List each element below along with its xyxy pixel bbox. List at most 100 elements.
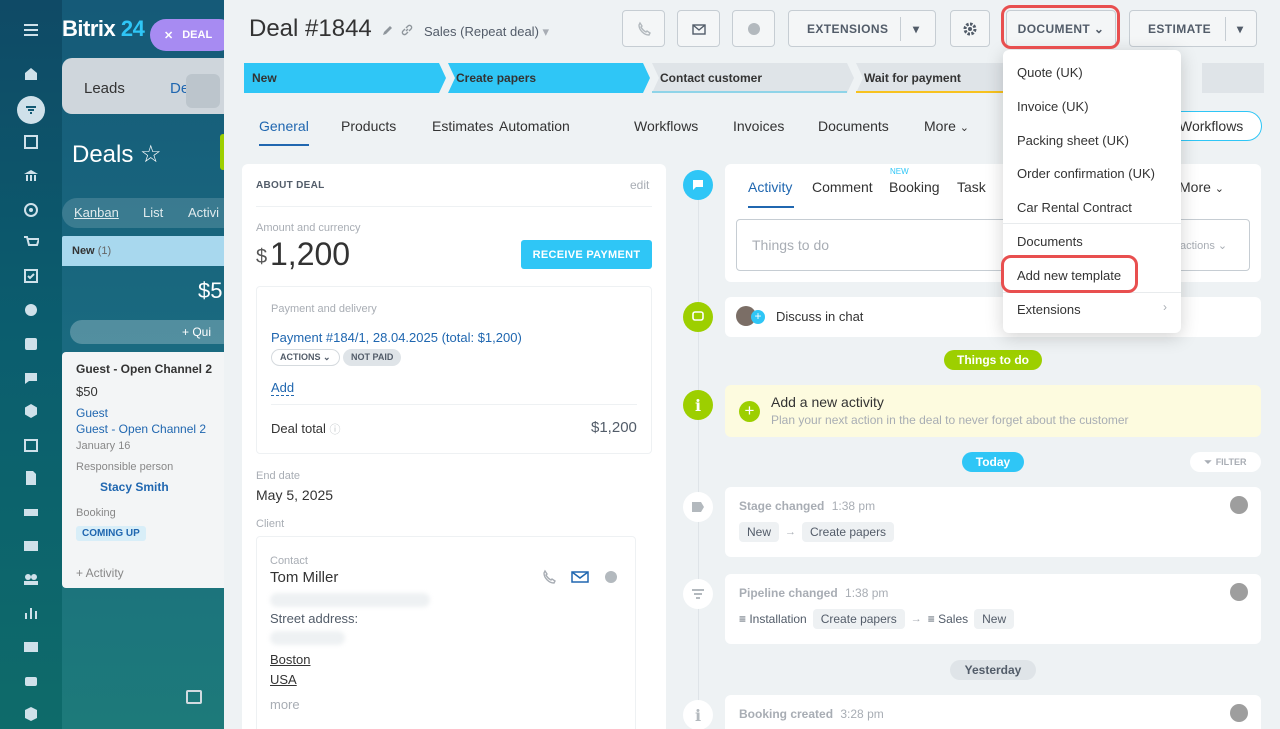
tab-more[interactable]: More ⌄	[924, 118, 969, 134]
bg-deal-card[interactable]: Guest - Open Channel 2 $50 Guest Guest -…	[62, 352, 224, 588]
link-icon[interactable]	[401, 24, 413, 39]
filter-icon[interactable]	[17, 96, 45, 124]
calendar-icon[interactable]	[21, 435, 41, 455]
envelope-icon[interactable]	[571, 569, 589, 588]
bg-column-amount: $5	[198, 278, 223, 303]
tab-invoices[interactable]: Invoices	[733, 118, 784, 134]
tab-automation[interactable]: Automation	[499, 118, 570, 134]
actions-dropdown[interactable]: ACTIONS ⌄	[271, 349, 340, 366]
more-link[interactable]: more	[270, 697, 300, 712]
box-icon[interactable]	[21, 704, 41, 724]
menu-item-documents[interactable]: Documents	[1017, 234, 1083, 249]
deal-slider-label[interactable]: ✕ DEAL	[150, 19, 235, 51]
tab-estimates[interactable]: Estimates	[432, 118, 493, 134]
gear-icon	[963, 22, 977, 35]
contact-label: Contact	[270, 555, 308, 567]
tab-more-activity[interactable]: More ⌄	[1179, 179, 1224, 195]
estimate-button[interactable]: ESTIMATE ▾	[1129, 10, 1257, 47]
bg-view-activity[interactable]: Activi	[188, 205, 219, 220]
timeline-line	[698, 180, 699, 729]
about-deal-heading: ABOUT DEAL	[256, 180, 325, 191]
comment-icon	[683, 170, 713, 200]
add-activity-card[interactable]: + Add a new activity Plan your next acti…	[725, 385, 1261, 437]
tab-products[interactable]: Products	[341, 118, 396, 134]
stage-wait-for-payment[interactable]: Wait for payment	[856, 63, 961, 92]
street-label: Street address:	[270, 611, 359, 626]
menu-item-packing-sheet-uk[interactable]: Packing sheet (UK)	[1017, 133, 1129, 148]
tasks-icon[interactable]	[21, 132, 41, 152]
info-icon: i	[683, 390, 713, 420]
hexagon-icon[interactable]	[21, 401, 41, 421]
home-icon[interactable]	[21, 64, 41, 84]
menu-item-extensions[interactable]: Extensions	[1017, 302, 1081, 317]
event-title: Booking created 3:28 pm	[739, 707, 884, 721]
tab-activity[interactable]: Activity	[748, 179, 792, 195]
stage-tag: Create papers	[812, 609, 905, 629]
menu-icon[interactable]	[21, 20, 41, 40]
chat-button[interactable]	[732, 10, 775, 47]
users-icon[interactable]	[21, 569, 41, 589]
print-icon[interactable]	[21, 502, 41, 522]
add-icon[interactable]: +	[739, 401, 760, 422]
payment-link[interactable]: Payment #184/1, 28.04.2025 (total: $1,20…	[271, 330, 522, 345]
payment-label: Payment and delivery	[271, 303, 377, 315]
bg-view-list[interactable]: List	[143, 205, 163, 220]
pipeline-name: ≡ Installation	[739, 612, 807, 626]
target-icon[interactable]	[21, 200, 41, 220]
new-badge: NEW	[890, 167, 909, 176]
cart-icon[interactable]	[21, 233, 41, 253]
menu-item-invoice-uk[interactable]: Invoice (UK)	[1017, 99, 1089, 114]
bank-icon[interactable]	[21, 166, 41, 186]
call-button[interactable]	[622, 10, 665, 47]
add-payment-link[interactable]: Add	[271, 380, 295, 396]
country-link[interactable]: USA	[270, 672, 297, 687]
pencil-icon[interactable]	[382, 24, 394, 39]
tab-workflows[interactable]: Workflows	[634, 118, 698, 134]
document-icon[interactable]	[21, 468, 41, 488]
pipeline-selector[interactable]: Sales (Repeat deal) ▾	[424, 24, 549, 40]
contact-card-icon[interactable]	[21, 637, 41, 657]
email-button[interactable]	[677, 10, 720, 47]
bg-quick-add[interactable]: + Qui	[70, 320, 224, 344]
filter-button[interactable]: ⏷ FILTER	[1190, 452, 1261, 472]
brand-logo: Bitrix 24	[62, 16, 145, 41]
amount-value: 1,200	[270, 236, 351, 272]
pie-icon[interactable]	[21, 300, 41, 320]
stage-contact-customer[interactable]: Contact customer	[652, 63, 762, 92]
tab-comment[interactable]: Comment	[812, 179, 873, 195]
mail-icon[interactable]	[21, 536, 41, 556]
chat-icon[interactable]	[21, 368, 41, 388]
stage-create-papers[interactable]: Create papers	[448, 63, 536, 92]
add-new-template-highlight	[1001, 255, 1138, 293]
bg-download-icon[interactable]	[186, 74, 220, 108]
stage-new[interactable]: New	[244, 63, 277, 92]
inbox-icon[interactable]	[21, 334, 41, 354]
event-title: Stage changed 1:38 pm	[739, 499, 876, 513]
todo-actions-dropdown[interactable]: actions ⌄	[1180, 239, 1227, 252]
bg-view-kanban[interactable]: Kanban	[74, 205, 119, 220]
tab-booking[interactable]: Booking	[889, 179, 940, 195]
tab-general[interactable]: General	[259, 118, 309, 134]
city-link[interactable]: Boston	[270, 652, 310, 667]
menu-item-quote-uk[interactable]: Quote (UK)	[1017, 65, 1083, 80]
contact-name[interactable]: Tom Miller	[270, 569, 338, 586]
extensions-button[interactable]: EXTENSIONS ▾	[788, 10, 936, 47]
funnel-icon: ⏷	[1204, 456, 1212, 467]
chat-bubble-icon[interactable]	[603, 569, 619, 588]
robot-icon[interactable]	[21, 670, 41, 690]
receive-payment-button[interactable]: RECEIVE PAYMENT	[521, 240, 652, 269]
analytics-icon[interactable]	[21, 603, 41, 623]
checkbox-icon[interactable]	[21, 266, 41, 286]
edit-link[interactable]: edit	[630, 178, 649, 192]
bg-tab-leads[interactable]: Leads	[84, 80, 125, 97]
client-block: Contact Tom Miller Street address: Bosto…	[256, 536, 636, 729]
active-tab-indicator	[259, 144, 309, 146]
menu-item-car-rental-contract[interactable]: Car Rental Contract	[1017, 200, 1132, 215]
close-icon[interactable]: ✕	[164, 29, 173, 42]
settings-button[interactable]	[950, 10, 990, 47]
avatar	[1230, 496, 1248, 514]
menu-item-order-confirmation-uk[interactable]: Order confirmation (UK)	[1017, 166, 1155, 181]
phone-icon[interactable]	[541, 569, 557, 588]
tab-documents[interactable]: Documents	[818, 118, 889, 134]
tab-task[interactable]: Task	[957, 179, 986, 195]
